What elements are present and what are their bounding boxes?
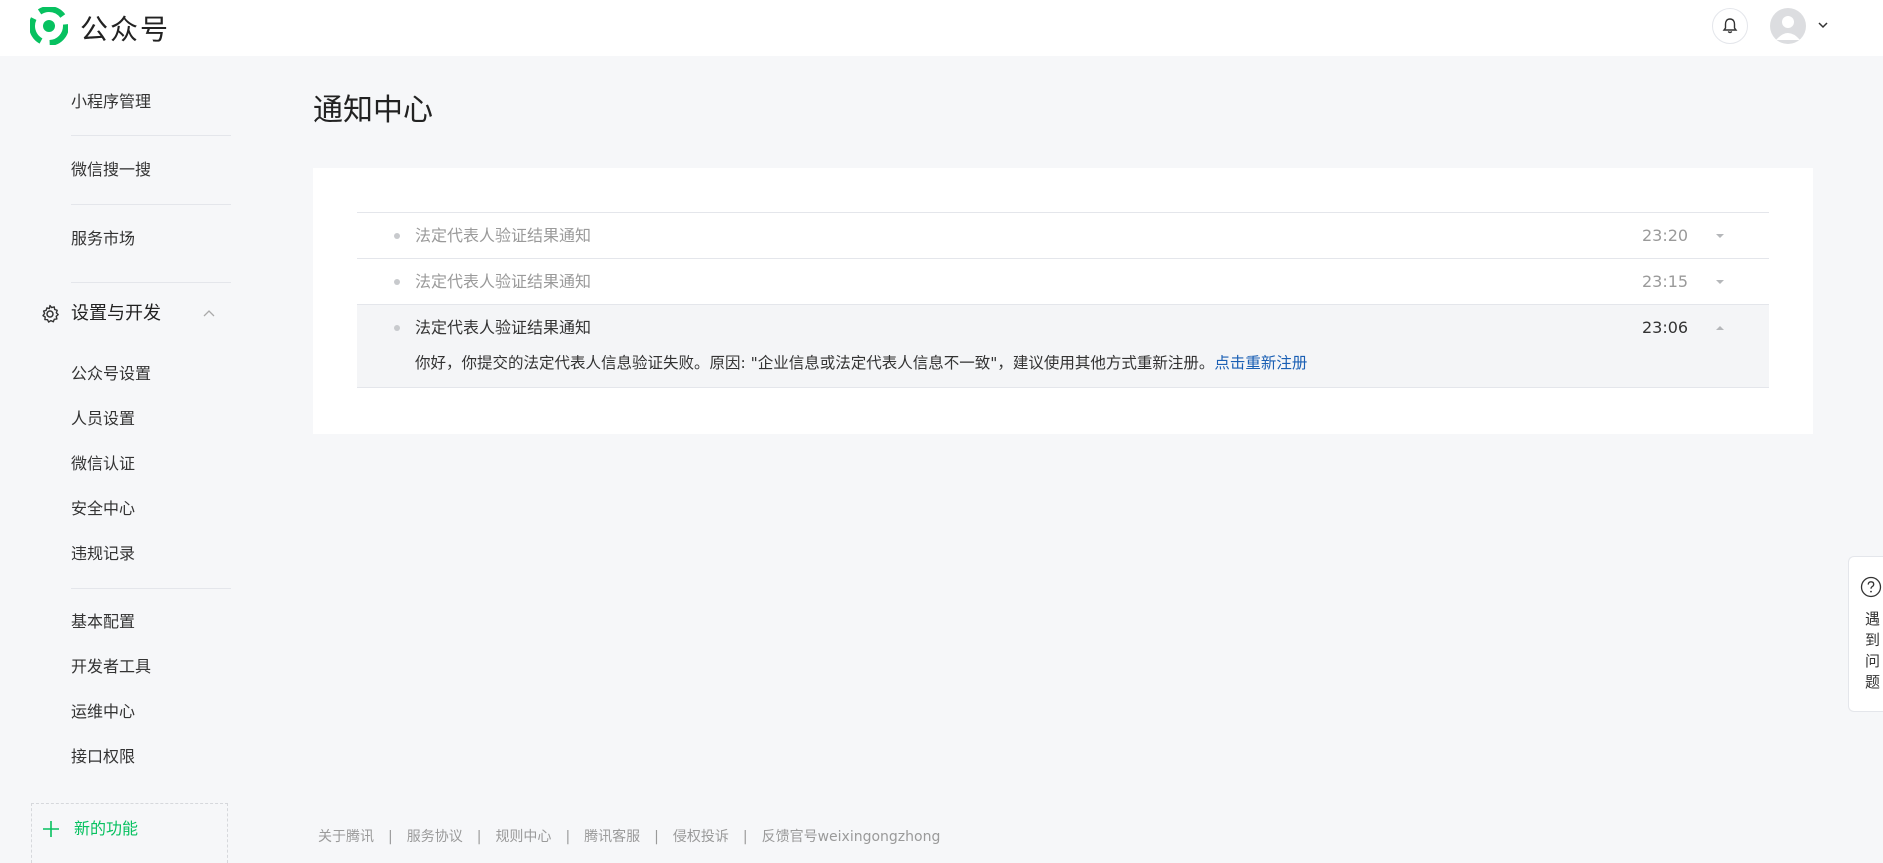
brand-name[interactable]: 公众号 [80, 8, 170, 48]
sidebar-item-api-permissions[interactable]: 接口权限 [71, 746, 135, 768]
sidebar-item-account-settings[interactable]: 公众号设置 [71, 363, 151, 385]
sidebar-item-service-market[interactable]: 服务市场 [71, 228, 135, 250]
footer-link-rules-center[interactable]: 规则中心 [495, 829, 551, 845]
new-feature-label: 新的功能 [74, 819, 139, 838]
sidebar-divider [71, 204, 231, 205]
sidebar-divider [71, 135, 231, 136]
footer-link-about[interactable]: 关于腾讯 [318, 829, 374, 845]
notification-message: 你好，你提交的法定代表人信息验证失败。原因: "企业信息或法定代表人信息不一致"… [415, 354, 1215, 372]
question-circle-icon [1860, 576, 1882, 598]
notification-body: 你好，你提交的法定代表人信息验证失败。原因: "企业信息或法定代表人信息不一致"… [415, 351, 1307, 375]
new-feature-button[interactable]: 新的功能 [31, 803, 228, 863]
notification-time: 23:15 [1642, 272, 1689, 291]
caret-down-icon[interactable] [1715, 231, 1725, 241]
sidebar-item-wechat-search[interactable]: 微信搜一搜 [71, 159, 151, 181]
bullet-dot [394, 325, 400, 331]
sidebar-item-basic-config[interactable]: 基本配置 [71, 611, 135, 633]
sidebar-item-wechat-verification[interactable]: 微信认证 [71, 453, 135, 475]
notification-row[interactable]: 法定代表人验证结果通知 23:15 [357, 259, 1769, 305]
sidebar-divider [71, 588, 231, 589]
footer-separator: | [565, 829, 571, 845]
footer-separator: | [742, 829, 748, 845]
footer-link-feedback[interactable]: 反馈官号weixingongzhong [762, 829, 941, 845]
bullet-dot [394, 233, 400, 239]
gear-icon [42, 304, 59, 323]
user-avatar[interactable] [1770, 8, 1806, 44]
sidebar: 小程序管理 微信搜一搜 服务市场 设置与开发 公众号设置 人员设置 微信认证 安… [0, 56, 250, 859]
notification-row[interactable]: 法定代表人验证结果通知 23:20 [357, 213, 1769, 259]
notification-time: 23:20 [1642, 226, 1689, 245]
sidebar-item-violation-records[interactable]: 违规记录 [71, 543, 135, 565]
footer-link-customer-service[interactable]: 腾讯客服 [584, 829, 640, 845]
top-bar: 公众号 [0, 0, 1883, 56]
notification-title: 法定代表人验证结果通知 [415, 226, 592, 245]
wechat-mp-logo[interactable] [30, 7, 68, 45]
chevron-down-icon[interactable] [1816, 18, 1830, 32]
re-register-link[interactable]: 点击重新注册 [1214, 354, 1307, 372]
help-label: 遇到问题 [1865, 610, 1881, 691]
sidebar-section-label: 设置与开发 [71, 303, 161, 324]
plus-icon [43, 821, 59, 837]
sidebar-item-staff-settings[interactable]: 人员设置 [71, 408, 135, 430]
sidebar-divider [71, 282, 231, 283]
footer-link-infringement[interactable]: 侵权投诉 [673, 829, 729, 845]
footer-separator: | [654, 829, 659, 845]
sidebar-item-ops-center[interactable]: 运维中心 [71, 701, 135, 723]
sidebar-item-developer-tools[interactable]: 开发者工具 [71, 656, 151, 678]
help-tab[interactable]: 遇到问题 [1848, 556, 1883, 712]
notification-title: 法定代表人验证结果通知 [415, 318, 592, 337]
footer-link-service-agreement[interactable]: 服务协议 [407, 829, 463, 845]
chevron-up-icon[interactable] [202, 307, 216, 321]
bullet-dot [394, 279, 400, 285]
notification-row-expanded[interactable]: 法定代表人验证结果通知 23:06 你好，你提交的法定代表人信息验证失败。原因:… [357, 305, 1769, 388]
notification-card: 法定代表人验证结果通知 23:20 法定代表人验证结果通知 23:15 法定代表… [313, 168, 1813, 434]
sidebar-item-mini-program[interactable]: 小程序管理 [71, 91, 151, 113]
sidebar-section-settings[interactable]: 设置与开发 [40, 301, 230, 327]
notification-time: 23:06 [1642, 318, 1689, 337]
caret-down-icon[interactable] [1715, 277, 1725, 287]
footer: 关于腾讯 | 服务协议 | 规则中心 | 腾讯客服 | 侵权投诉 | 反馈官号weixingongz… [318, 827, 940, 847]
bell-icon[interactable] [1712, 8, 1748, 44]
footer-separator: | [476, 829, 482, 845]
notification-title: 法定代表人验证结果通知 [415, 272, 592, 291]
footer-separator: | [388, 829, 393, 845]
caret-up-icon[interactable] [1715, 323, 1725, 333]
page-title: 通知中心 [313, 93, 433, 128]
sidebar-item-security-center[interactable]: 安全中心 [71, 498, 135, 520]
